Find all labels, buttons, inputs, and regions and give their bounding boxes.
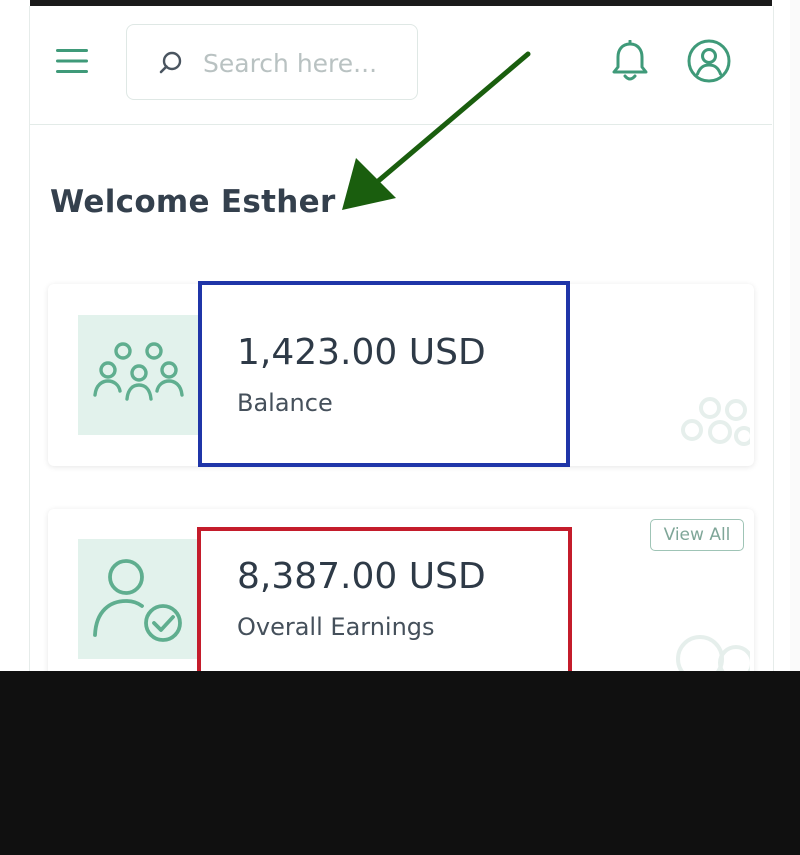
search-icon <box>159 51 182 74</box>
users-watermark-icon <box>681 397 750 446</box>
welcome-heading: Welcome Esther <box>50 184 336 220</box>
view-all-button[interactable]: View All <box>650 519 744 551</box>
earnings-amount: 8,387.00 USD <box>237 556 486 597</box>
annotation-arrow-icon <box>342 51 531 210</box>
users-group-icon <box>93 342 184 401</box>
hamburger-icon[interactable] <box>55 46 89 76</box>
balance-amount: 1,423.00 USD <box>237 332 486 373</box>
balance-icon-box <box>78 315 198 435</box>
earnings-icon-box <box>78 539 198 659</box>
user-circle-icon[interactable] <box>686 38 732 84</box>
bell-icon[interactable] <box>610 40 650 84</box>
screen: Welcome Esther 1,423.00 USD Balance <box>0 0 800 855</box>
balance-card[interactable]: 1,423.00 USD Balance <box>48 284 754 466</box>
balance-label: Balance <box>237 389 333 417</box>
earnings-label: Overall Earnings <box>237 613 435 641</box>
page-edge <box>790 0 800 671</box>
bottom-overlay <box>0 671 800 855</box>
user-check-icon <box>93 559 182 642</box>
